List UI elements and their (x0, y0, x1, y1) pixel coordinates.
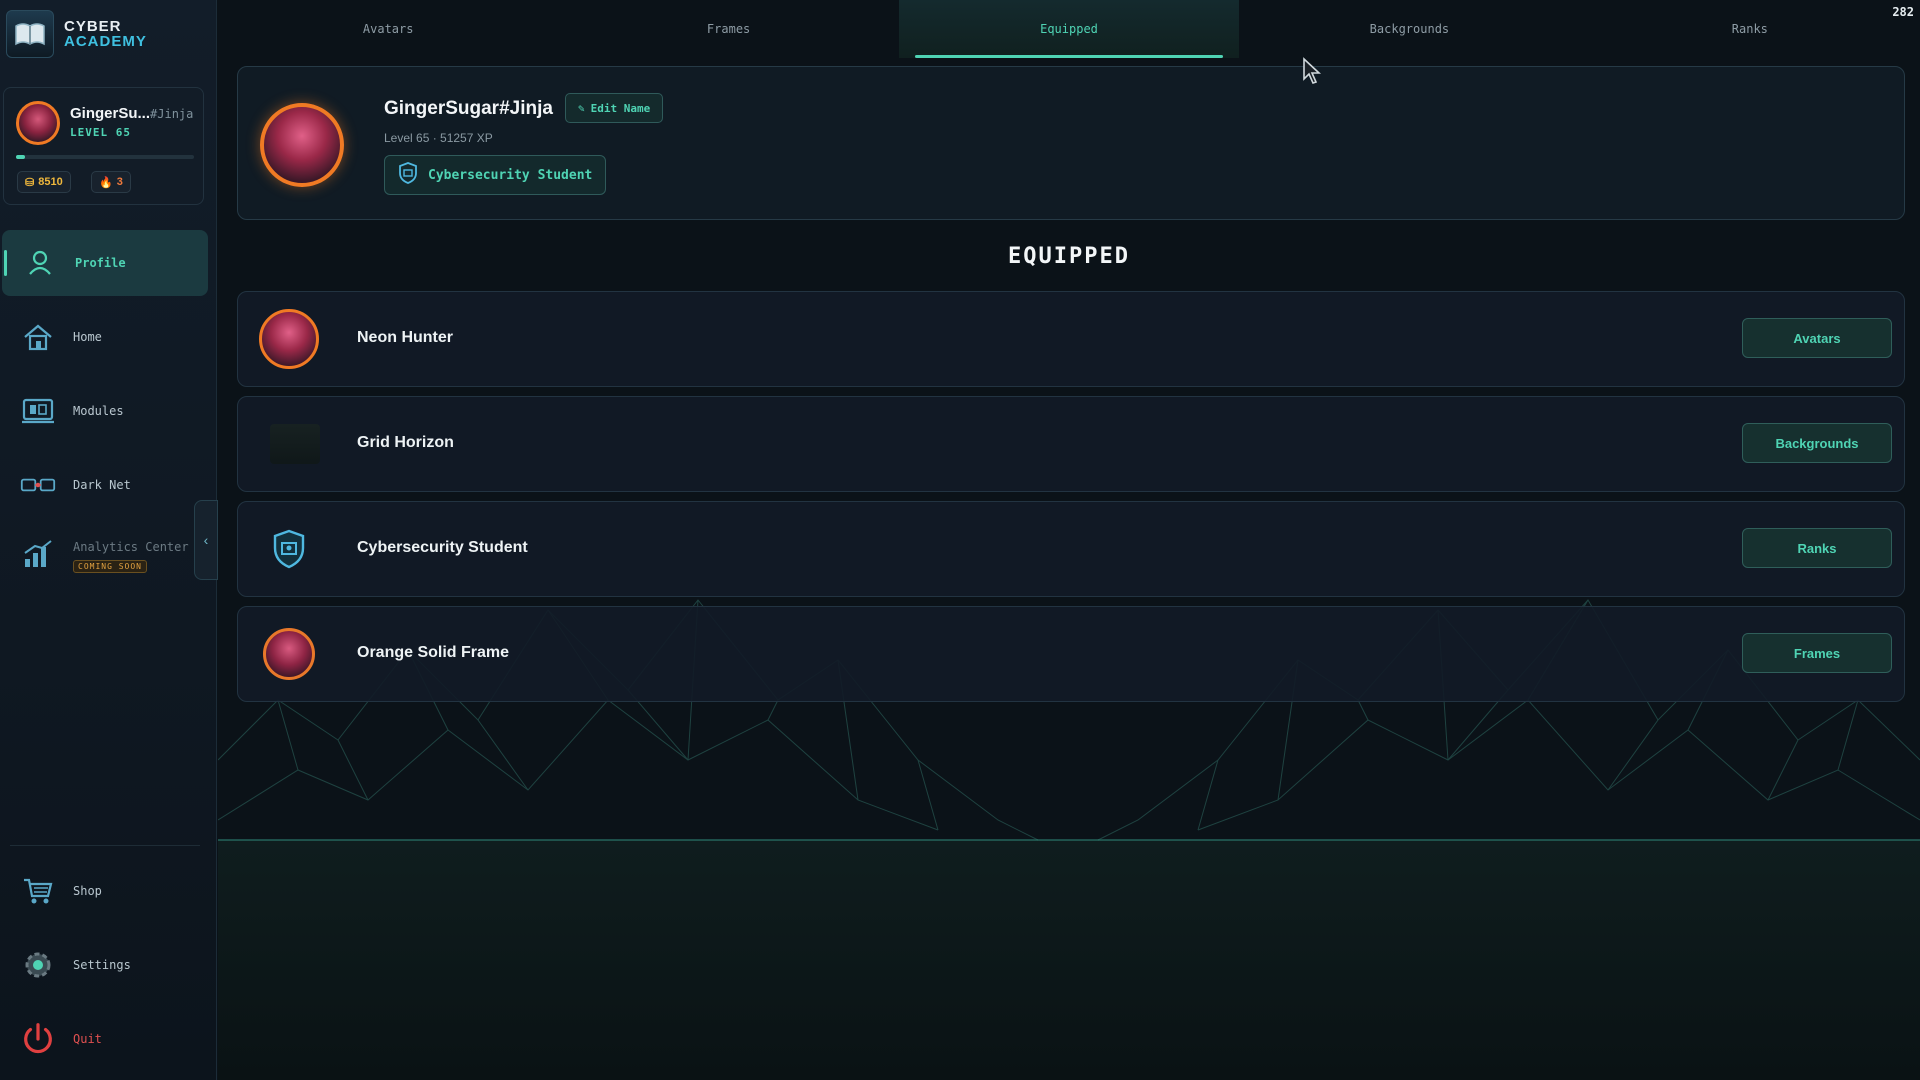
power-icon (20, 1021, 56, 1057)
rank-label: Cybersecurity Student (428, 167, 593, 183)
section-title: EQUIPPED (1008, 244, 1130, 269)
tab-bar: Avatars Frames Equipped Backgrounds Rank… (218, 0, 1920, 58)
chevron-left-icon: ‹ (203, 532, 209, 548)
app-logo: CYBER ACADEMY (6, 10, 147, 58)
sidebar-item-label: Home (73, 330, 102, 344)
sidebar-item-label: Modules (73, 404, 124, 418)
modules-icon (20, 393, 56, 429)
logo-line2: ACADEMY (64, 33, 147, 50)
profile-icon (22, 245, 58, 281)
sidebar-item-shop[interactable]: Shop (0, 858, 210, 924)
sidebar-item-home[interactable]: Home (0, 304, 210, 370)
profile-avatar (260, 103, 344, 187)
logo-book-icon (6, 10, 54, 58)
backgrounds-button[interactable]: Backgrounds (1742, 423, 1892, 463)
rank-shield-icon (258, 518, 320, 580)
analytics-icon (20, 536, 56, 572)
sidebar-item-label: Profile (75, 256, 126, 270)
frame-thumbnail (258, 623, 320, 685)
xp-bar-fill (16, 155, 25, 159)
equipped-item-name: Orange Solid Frame (357, 644, 510, 661)
equipped-item-name: Neon Hunter (357, 329, 453, 346)
collapse-sidebar-button[interactable]: ‹ (194, 500, 218, 580)
streak-badge: 🔥 3 (91, 171, 131, 193)
dark-net-icon (20, 467, 56, 503)
avatar (16, 101, 60, 145)
ranks-button[interactable]: Ranks (1742, 528, 1892, 568)
profile-level-xp: Level 65 · 51257 XP (384, 131, 493, 145)
user-name: GingerSu...#Jinja (70, 105, 194, 122)
corner-counter: 282 (1892, 5, 1914, 19)
mouse-cursor-icon (1303, 57, 1322, 84)
sidebar-item-profile[interactable]: Profile (2, 230, 208, 296)
avatars-button[interactable]: Avatars (1742, 318, 1892, 358)
edit-name-button[interactable]: ✎ Edit Name (565, 93, 664, 123)
sidebar-item-quit[interactable]: Quit (0, 1006, 210, 1072)
sidebar-item-analytics-center[interactable]: Analytics Center COMING SOON (0, 516, 210, 582)
profile-name: GingerSugar#Jinja (384, 98, 553, 119)
sidebar-item-label: Dark Net (73, 478, 131, 492)
tab-ranks[interactable]: Ranks (1580, 0, 1920, 58)
sidebar-item-label: Shop (73, 884, 102, 898)
main-content: Avatars Frames Equipped Backgrounds Rank… (218, 0, 1920, 1080)
equipped-item-name: Grid Horizon (357, 434, 454, 451)
coins-value: 8510 (38, 176, 63, 188)
tab-avatars[interactable]: Avatars (218, 0, 558, 58)
edit-name-label: Edit Name (590, 101, 651, 115)
gear-icon (20, 947, 56, 983)
streak-value: 3 (116, 176, 123, 188)
xp-bar (16, 155, 194, 159)
sidebar-item-modules[interactable]: Modules (0, 378, 210, 444)
tab-equipped[interactable]: Equipped (898, 0, 1240, 58)
sidebar-item-settings[interactable]: Settings (0, 932, 210, 998)
sidebar: CYBER ACADEMY GingerSu...#Jinja LEVEL 65… (0, 0, 218, 1080)
equipped-row-background: Grid Horizon Backgrounds (237, 396, 1905, 492)
equipped-item-name: Cybersecurity Student (357, 539, 528, 556)
equipped-row-frame: Orange Solid Frame Frames (237, 606, 1905, 702)
sidebar-divider (10, 845, 200, 846)
shield-icon (398, 162, 418, 188)
equipped-row-rank: Cybersecurity Student Ranks (237, 501, 1905, 597)
user-card[interactable]: GingerSu...#Jinja LEVEL 65 ⛁ 8510 🔥 3 (3, 87, 204, 205)
pencil-icon: ✎ (578, 101, 585, 115)
tab-backgrounds[interactable]: Backgrounds (1239, 0, 1579, 58)
sidebar-item-label: Settings (73, 958, 131, 972)
logo-line1: CYBER (64, 18, 122, 35)
profile-card: GingerSugar#Jinja ✎ Edit Name Level 65 · … (237, 66, 1905, 220)
avatar-thumbnail (258, 308, 320, 370)
background-thumbnail (258, 413, 320, 475)
flame-icon: 🔥 (99, 176, 113, 189)
user-tag: #Jinja (150, 107, 194, 121)
sidebar-item-label: Quit (73, 1032, 102, 1046)
coins-badge: ⛁ 8510 (17, 171, 71, 193)
rank-badge[interactable]: Cybersecurity Student (384, 155, 607, 195)
tab-frames[interactable]: Frames (558, 0, 898, 58)
sidebar-item-dark-net[interactable]: Dark Net (0, 452, 210, 518)
coins-icon: ⛁ (25, 176, 35, 189)
equipped-row-avatar: Neon Hunter Avatars (237, 291, 1905, 387)
sidebar-item-label: Analytics Center (73, 540, 189, 554)
coming-soon-badge: COMING SOON (73, 560, 147, 573)
frames-button[interactable]: Frames (1742, 633, 1892, 673)
home-icon (20, 319, 56, 355)
cart-icon (20, 873, 56, 909)
user-level: LEVEL 65 (70, 126, 131, 139)
